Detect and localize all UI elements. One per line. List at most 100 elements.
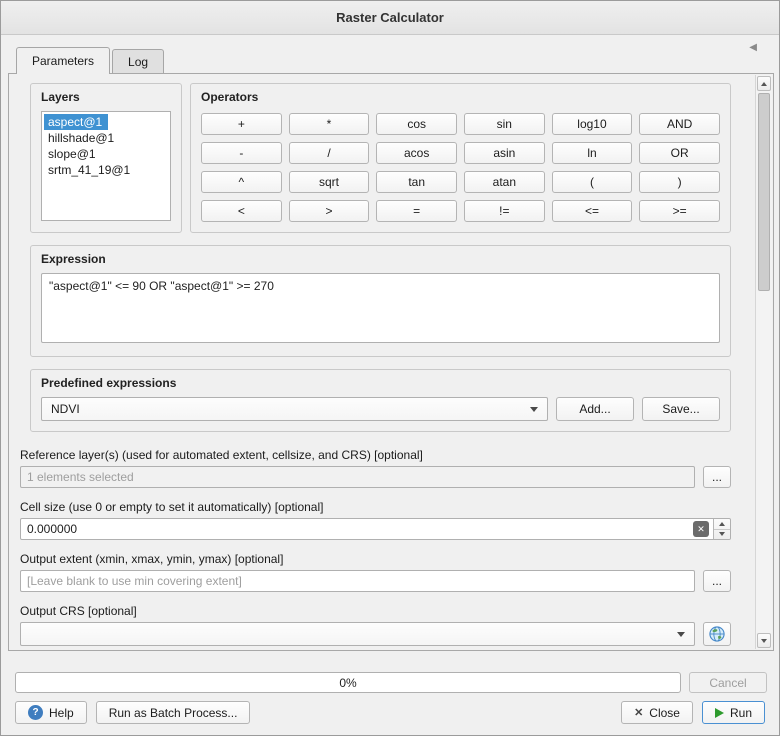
- operator-atan-button[interactable]: atan: [464, 171, 545, 193]
- save-button[interactable]: Save...: [642, 397, 720, 421]
- close-button-label: Close: [649, 706, 680, 720]
- operator-ln-button[interactable]: ln: [552, 142, 633, 164]
- triangle-down-icon: [761, 639, 767, 643]
- close-icon: ✕: [634, 706, 643, 719]
- layers-group: Layers aspect@1 hillshade@1 slope@1 srtm…: [30, 83, 182, 233]
- run-as-batch-button[interactable]: Run as Batch Process...: [96, 701, 251, 724]
- layers-group-title: Layers: [41, 90, 171, 104]
- predefined-expression-select[interactable]: NDVI: [41, 397, 548, 421]
- operator-sqrt-button[interactable]: sqrt: [289, 171, 370, 193]
- operator-acos-button[interactable]: acos: [376, 142, 457, 164]
- run-icon: [715, 708, 724, 718]
- reference-browse-button[interactable]: ...: [703, 466, 731, 488]
- parameters-pane: Layers aspect@1 hillshade@1 slope@1 srtm…: [8, 73, 774, 651]
- output-crs-row: [20, 622, 731, 646]
- operator-sin-button[interactable]: sin: [464, 113, 545, 135]
- scroll-content: Layers aspect@1 hillshade@1 slope@1 srtm…: [10, 74, 755, 649]
- chevron-down-icon: [530, 407, 538, 412]
- scroll-down-button[interactable]: [757, 633, 771, 648]
- progress-label: 0%: [339, 676, 356, 690]
- layer-item[interactable]: aspect@1: [44, 114, 108, 130]
- tabbar: Parameters Log: [16, 47, 166, 74]
- triangle-down-icon: [719, 532, 725, 536]
- operator-greater-equal-button[interactable]: >=: [639, 200, 720, 222]
- spin-down-button[interactable]: [714, 530, 730, 540]
- operator-minus-button[interactable]: -: [201, 142, 282, 164]
- operator-log10-button[interactable]: log10: [552, 113, 633, 135]
- operator-or-button[interactable]: OR: [639, 142, 720, 164]
- operators-group-title: Operators: [201, 90, 720, 104]
- add-button[interactable]: Add...: [556, 397, 634, 421]
- operator-less-than-button[interactable]: <: [201, 200, 282, 222]
- layer-item[interactable]: hillshade@1: [44, 130, 120, 146]
- window-title: Raster Calculator: [336, 10, 444, 25]
- triangle-up-icon: [761, 82, 767, 86]
- operator-open-paren-button[interactable]: (: [552, 171, 633, 193]
- operator-plus-button[interactable]: +: [201, 113, 282, 135]
- predefined-expressions-group: Predefined expressions NDVI Add... Save.…: [30, 369, 731, 432]
- triangle-up-icon: [719, 522, 725, 526]
- operator-divide-button[interactable]: /: [289, 142, 370, 164]
- operators-group: Operators + * cos sin log10 AND - / acos…: [190, 83, 731, 233]
- layer-item[interactable]: srtm_41_19@1: [44, 162, 136, 178]
- crs-select-button[interactable]: [703, 622, 731, 646]
- output-crs-select[interactable]: [20, 622, 695, 646]
- output-extent-row: ...: [20, 570, 731, 592]
- cancel-button[interactable]: Cancel: [689, 672, 767, 693]
- scrollbar-thumb[interactable]: [758, 93, 770, 291]
- help-button[interactable]: ? Help: [15, 701, 87, 724]
- tab-parameters[interactable]: Parameters: [16, 47, 110, 74]
- progress-bar: 0%: [15, 672, 681, 693]
- operator-not-equals-button[interactable]: !=: [464, 200, 545, 222]
- spin-up-button[interactable]: [714, 519, 730, 530]
- reference-layers-field[interactable]: [20, 466, 695, 488]
- progress-row: 0% Cancel: [15, 672, 767, 693]
- tab-scroll-left-icon: ◀: [749, 42, 757, 53]
- cell-size-spinbox: ✕: [20, 518, 731, 540]
- operator-less-equal-button[interactable]: <=: [552, 200, 633, 222]
- cell-size-label: Cell size (use 0 or empty to set it auto…: [20, 500, 731, 514]
- scroll-up-button[interactable]: [757, 76, 771, 91]
- layers-operators-row: Layers aspect@1 hillshade@1 slope@1 srtm…: [30, 83, 731, 233]
- run-button[interactable]: Run: [702, 701, 765, 724]
- extent-browse-button[interactable]: ...: [703, 570, 731, 592]
- output-crs-label: Output CRS [optional]: [20, 604, 731, 618]
- help-button-label: Help: [49, 706, 74, 720]
- predefined-selected-value: NDVI: [51, 402, 524, 416]
- reference-layers-label: Reference layer(s) (used for automated e…: [20, 448, 731, 462]
- layers-list[interactable]: aspect@1 hillshade@1 slope@1 srtm_41_19@…: [41, 111, 171, 221]
- operator-equals-button[interactable]: =: [376, 200, 457, 222]
- dialog-button-row: ? Help Run as Batch Process... ✕ Close R…: [15, 701, 765, 724]
- predefined-group-title: Predefined expressions: [41, 376, 720, 390]
- operator-and-button[interactable]: AND: [639, 113, 720, 135]
- operator-tan-button[interactable]: tan: [376, 171, 457, 193]
- run-button-label: Run: [730, 706, 752, 720]
- operator-multiply-button[interactable]: *: [289, 113, 370, 135]
- tab-log[interactable]: Log: [112, 49, 164, 73]
- operators-grid: + * cos sin log10 AND - / acos asin ln O…: [201, 111, 720, 222]
- close-button[interactable]: ✕ Close: [621, 701, 693, 724]
- predefined-row: NDVI Add... Save...: [41, 397, 720, 421]
- operator-asin-button[interactable]: asin: [464, 142, 545, 164]
- cell-size-row: ✕: [20, 518, 731, 540]
- reference-layers-row: ...: [20, 466, 731, 488]
- expression-input[interactable]: "aspect@1" <= 90 OR "aspect@1" >= 270: [41, 273, 720, 343]
- operator-cos-button[interactable]: cos: [376, 113, 457, 135]
- layer-item[interactable]: slope@1: [44, 146, 102, 162]
- chevron-down-icon: [677, 632, 685, 637]
- operator-close-paren-button[interactable]: ): [639, 171, 720, 193]
- expression-group: Expression "aspect@1" <= 90 OR "aspect@1…: [30, 245, 731, 357]
- clear-icon[interactable]: ✕: [693, 521, 709, 537]
- operator-power-button[interactable]: ^: [201, 171, 282, 193]
- cell-size-spinner: [713, 519, 730, 539]
- operator-greater-than-button[interactable]: >: [289, 200, 370, 222]
- vertical-scrollbar[interactable]: [755, 75, 772, 649]
- expression-group-title: Expression: [41, 252, 720, 266]
- help-icon: ?: [28, 705, 43, 720]
- cell-size-input[interactable]: [20, 518, 731, 540]
- output-extent-input[interactable]: [20, 570, 695, 592]
- raster-calculator-dialog: Raster Calculator Parameters Log ◀ Layer…: [0, 0, 780, 736]
- globe-icon: [708, 625, 726, 643]
- titlebar: Raster Calculator: [1, 1, 779, 35]
- output-extent-label: Output extent (xmin, xmax, ymin, ymax) […: [20, 552, 731, 566]
